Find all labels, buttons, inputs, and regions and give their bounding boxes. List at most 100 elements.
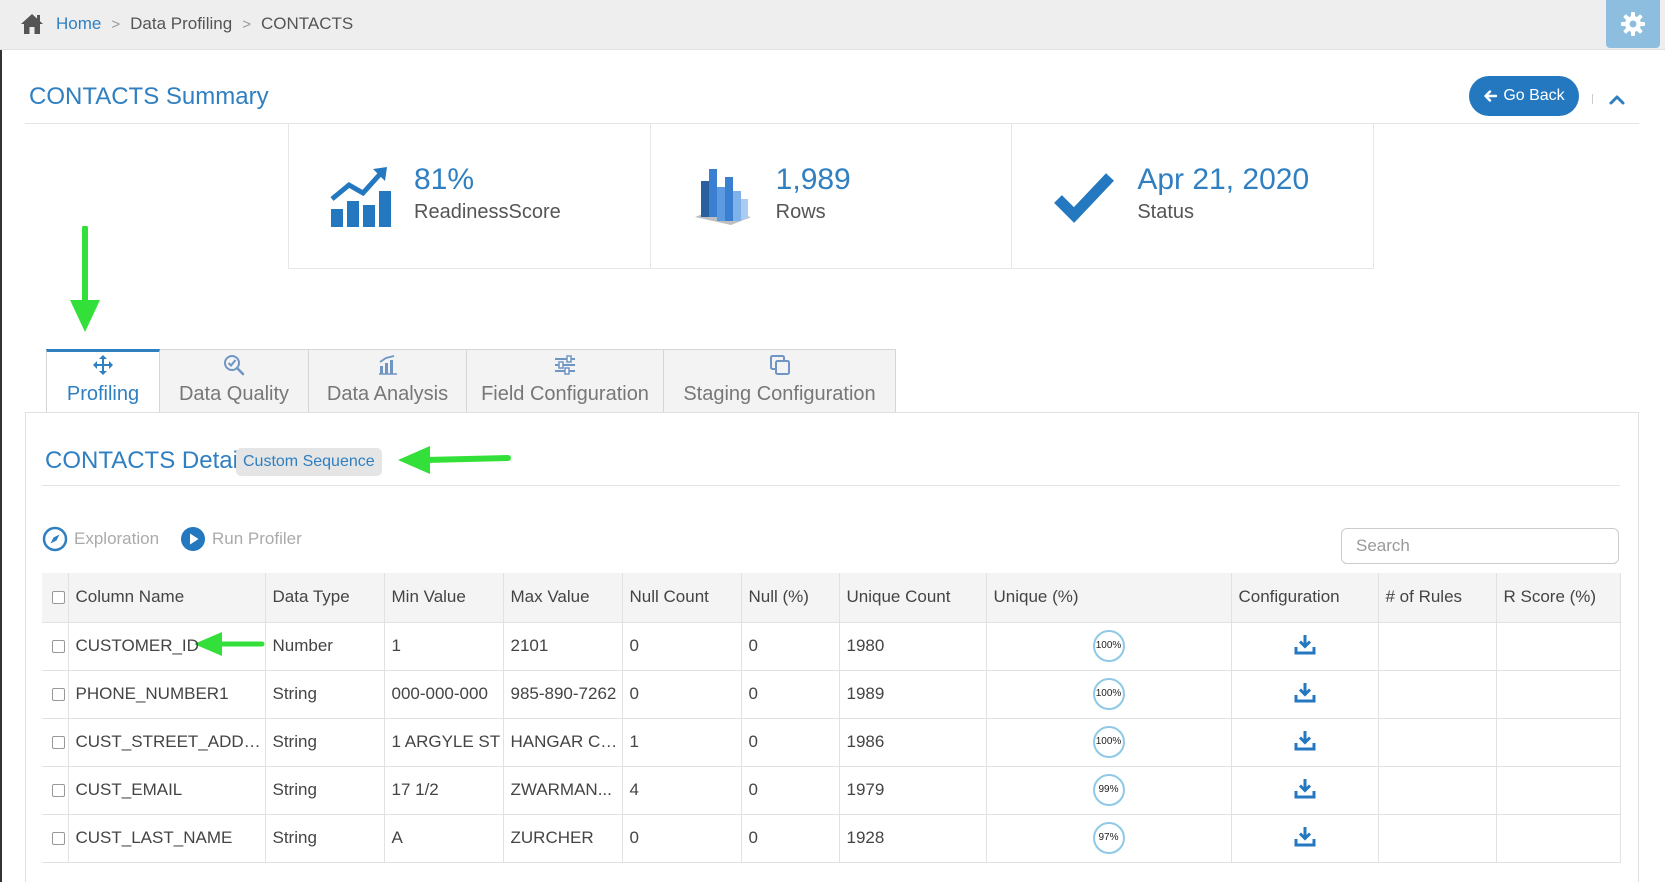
tab-label: Field Configuration xyxy=(481,383,649,405)
tab-bar: Profiling Data Quality Data Analysis Fie… xyxy=(46,349,896,413)
cell-max-value: 2101 xyxy=(503,622,623,671)
cell-null-count: 0 xyxy=(622,814,742,863)
header-unique-pct[interactable]: Unique (%) xyxy=(986,573,1232,623)
row-select-cell xyxy=(42,670,69,719)
cell-max-value: ZURCHER xyxy=(503,814,623,863)
profiling-table: Column Name Data Type Min Value Max Valu… xyxy=(42,573,1621,863)
table-row[interactable]: CUST_STREET_ADDRES... String 1 ARGYLE ST… xyxy=(42,718,1621,767)
row-checkbox[interactable] xyxy=(52,640,65,654)
cell-max-value: HANGAR CE... xyxy=(503,718,623,767)
cell-min-value: 1 ARGYLE ST xyxy=(384,718,504,767)
run-profiler-button[interactable]: Run Profiler xyxy=(180,526,302,552)
tab-field-configuration[interactable]: Field Configuration xyxy=(467,349,664,413)
trend-chart-icon xyxy=(330,167,391,227)
tab-data-analysis[interactable]: Data Analysis xyxy=(309,349,467,413)
row-checkbox[interactable] xyxy=(52,832,65,846)
exploration-button[interactable]: Exploration xyxy=(42,526,159,552)
cell-r-score xyxy=(1496,766,1621,815)
unique-pct-badge: 97% xyxy=(1092,822,1125,854)
cell-min-value: 1 xyxy=(384,622,504,671)
unique-pct-badge: 100% xyxy=(1092,630,1125,662)
cell-min-value: A xyxy=(384,814,504,863)
breadcrumb-data-profiling-link[interactable]: Data Profiling xyxy=(130,14,232,34)
cell-data-type: String xyxy=(265,814,385,863)
row-checkbox[interactable] xyxy=(52,736,65,750)
cell-r-score xyxy=(1496,622,1621,671)
table-row[interactable]: CUST_LAST_NAME String A ZURCHER 0 0 1928… xyxy=(42,814,1621,863)
cell-configuration xyxy=(1231,670,1379,719)
row-checkbox[interactable] xyxy=(52,784,65,798)
cell-data-type: String xyxy=(265,718,385,767)
row-select-cell xyxy=(42,766,69,815)
tab-staging-configuration[interactable]: Staging Configuration xyxy=(664,349,896,413)
go-back-label: Go Back xyxy=(1503,87,1565,104)
download-icon[interactable] xyxy=(1294,777,1316,799)
left-window-edge xyxy=(0,50,2,882)
settings-button[interactable] xyxy=(1606,0,1660,48)
header-null-count[interactable]: Null Count xyxy=(622,573,742,623)
table-row[interactable]: PHONE_NUMBER1 String 000-000-000 985-890… xyxy=(42,670,1621,719)
cell-unique-count: 1928 xyxy=(839,814,987,863)
cell-data-type: String xyxy=(265,670,385,719)
cell-rules xyxy=(1378,766,1497,815)
chevron-up-icon[interactable] xyxy=(1607,90,1627,110)
cell-r-score xyxy=(1496,670,1621,719)
unique-pct-badge: 100% xyxy=(1092,726,1125,758)
checkmark-icon xyxy=(1054,173,1115,223)
header-configuration[interactable]: Configuration xyxy=(1231,573,1379,623)
top-bar: Home > Data Profiling > CONTACTS xyxy=(0,0,1665,50)
run-profiler-label: Run Profiler xyxy=(212,529,302,548)
cell-column-name: CUST_STREET_ADDRES... xyxy=(68,718,266,767)
cell-null-pct: 0 xyxy=(741,718,840,767)
cell-null-count: 0 xyxy=(622,670,742,719)
cell-column-name: PHONE_NUMBER1 xyxy=(68,670,266,719)
cell-configuration xyxy=(1231,718,1379,767)
row-select-cell xyxy=(42,622,69,671)
header-null-pct[interactable]: Null (%) xyxy=(741,573,840,623)
arrow-left-icon xyxy=(1484,90,1498,102)
stat-status: Apr 21, 2020 Status xyxy=(1012,123,1373,268)
annotation-arrow-down xyxy=(70,226,100,332)
cell-null-pct: 0 xyxy=(741,622,840,671)
play-icon xyxy=(181,527,205,551)
cell-rules xyxy=(1378,718,1497,767)
search-input[interactable] xyxy=(1341,528,1619,564)
detail-title: CONTACTS Detail xyxy=(45,447,244,474)
download-icon[interactable] xyxy=(1294,729,1316,751)
cell-configuration xyxy=(1231,766,1379,815)
download-icon[interactable] xyxy=(1294,825,1316,847)
header-min-value[interactable]: Min Value xyxy=(384,573,504,623)
header-column-name[interactable]: Column Name xyxy=(68,573,266,623)
copy-icon xyxy=(769,355,790,375)
go-back-button[interactable]: Go Back xyxy=(1469,76,1579,116)
cell-min-value: 17 1/2 xyxy=(384,766,504,815)
cell-null-pct: 0 xyxy=(741,670,840,719)
cell-max-value: ZWARMAN... xyxy=(503,766,623,815)
gear-icon xyxy=(1621,12,1645,36)
download-icon[interactable] xyxy=(1294,633,1316,655)
download-icon[interactable] xyxy=(1294,681,1316,703)
header-rules[interactable]: # of Rules xyxy=(1378,573,1497,623)
custom-sequence-badge[interactable]: Custom Sequence xyxy=(236,448,382,476)
select-all-checkbox[interactable] xyxy=(52,591,65,605)
cell-r-score xyxy=(1496,814,1621,863)
row-select-cell xyxy=(42,814,69,863)
tab-profiling[interactable]: Profiling xyxy=(46,349,160,413)
tab-label: Staging Configuration xyxy=(683,383,876,405)
cell-unique-count: 1989 xyxy=(839,670,987,719)
breadcrumb-home-link[interactable]: Home xyxy=(56,14,101,34)
header-r-score[interactable]: R Score (%) xyxy=(1496,573,1621,623)
header-data-type[interactable]: Data Type xyxy=(265,573,385,623)
table-row[interactable]: CUST_EMAIL String 17 1/2 ZWARMAN... 4 0 … xyxy=(42,766,1621,815)
breadcrumb-separator: > xyxy=(111,15,121,33)
cell-column-name: CUSTOMER_ID xyxy=(68,622,266,671)
row-checkbox[interactable] xyxy=(52,688,65,702)
header-max-value[interactable]: Max Value xyxy=(503,573,623,623)
header-unique-count[interactable]: Unique Count xyxy=(839,573,987,623)
table-row[interactable]: CUSTOMER_ID Number 1 2101 0 0 1980 100% xyxy=(42,622,1621,671)
breadcrumb-separator: > xyxy=(242,15,251,33)
tab-data-quality[interactable]: Data Quality xyxy=(160,349,309,413)
summary-title: CONTACTS Summary xyxy=(29,83,269,110)
home-icon[interactable] xyxy=(20,13,44,35)
cell-data-type: Number xyxy=(265,622,385,671)
